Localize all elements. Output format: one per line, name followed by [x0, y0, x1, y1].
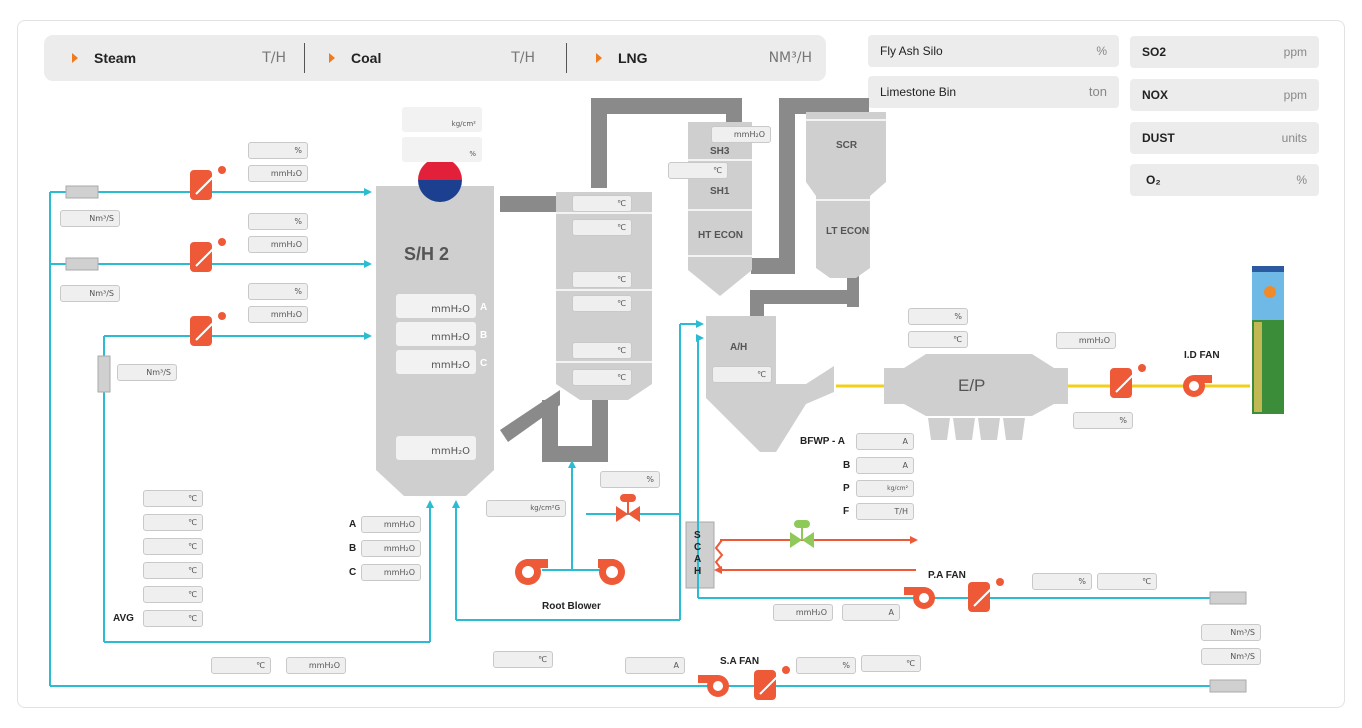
- lt-econ-label: LT ECON: [826, 226, 870, 237]
- process-diagram: [49, 98, 1284, 687]
- ep-outlet: [1054, 368, 1068, 404]
- col-temp-3-box[interactable]: ℃: [572, 271, 632, 288]
- sa-fan-label: S.A FAN: [720, 656, 760, 667]
- boiler-bottom-box[interactable]: mmH₂O: [396, 436, 476, 460]
- temp-4-box[interactable]: ℃: [143, 562, 203, 579]
- sa-flow-box[interactable]: Nm³/S: [1201, 648, 1261, 665]
- ep-pct-box[interactable]: %: [908, 308, 968, 325]
- abc-c-label: C: [349, 567, 357, 578]
- root-blower-label: Root Blower: [542, 601, 601, 612]
- drum-level-box[interactable]: %: [402, 137, 482, 162]
- air-heater: [706, 316, 834, 452]
- boiler-letter-a: A: [480, 302, 488, 313]
- valve-pct-box[interactable]: %: [600, 471, 660, 488]
- abc-a-box[interactable]: mmH₂O: [361, 516, 421, 533]
- drum-pressure-box[interactable]: kg/cm²: [402, 107, 482, 132]
- temp-1-box[interactable]: ℃: [143, 490, 203, 507]
- steam-lines: [714, 539, 916, 571]
- scah-a: A: [694, 554, 702, 565]
- ep-hoppers: [928, 418, 1025, 440]
- bfwp-a-box[interactable]: A: [856, 433, 914, 450]
- pa-pressure-box[interactable]: mmH₂O: [773, 604, 833, 621]
- id-damper-box[interactable]: %: [1073, 412, 1133, 429]
- bfwp-b-label: B: [843, 460, 851, 471]
- ep-label: E/P: [958, 376, 986, 395]
- sa-temp2-box[interactable]: ℃: [493, 651, 553, 668]
- sh3-label: SH3: [710, 146, 730, 157]
- bfwp-f-label: F: [843, 506, 850, 517]
- col-temp-6-box[interactable]: ℃: [572, 369, 632, 386]
- stack-icon: [1252, 266, 1284, 414]
- temp-avg-box[interactable]: ℃: [143, 610, 203, 627]
- boiler-b-box[interactable]: mmH₂O: [396, 322, 476, 346]
- temp-5-box[interactable]: ℃: [143, 586, 203, 603]
- abc-b-box[interactable]: mmH₂O: [361, 540, 421, 557]
- sa-temp3-box[interactable]: ℃: [861, 655, 921, 672]
- air2-flow-box[interactable]: Nm³/S: [60, 285, 120, 302]
- scah-h: H: [694, 566, 702, 577]
- ht-econ-label: HT ECON: [698, 230, 743, 241]
- ah-label: A/H: [730, 342, 748, 353]
- boiler-a-box[interactable]: mmH₂O: [396, 294, 476, 318]
- blower-pressure-box[interactable]: kg/cm²G: [486, 500, 566, 517]
- air2-pct-box[interactable]: %: [248, 213, 308, 230]
- bfwp-p-box[interactable]: kg/cm²: [856, 480, 914, 497]
- id-pressure-box[interactable]: mmH₂O: [1056, 332, 1116, 349]
- bfwp-a-label: BFWP - A: [800, 436, 845, 447]
- temp-2-box[interactable]: ℃: [143, 514, 203, 531]
- bfwp-p-label: P: [843, 483, 850, 494]
- sa-pressure-box[interactable]: mmH₂O: [286, 657, 346, 674]
- boiler-c-box[interactable]: mmH₂O: [396, 350, 476, 374]
- air1-pct-box[interactable]: %: [248, 142, 308, 159]
- pa-amp-box[interactable]: A: [842, 604, 900, 621]
- bfwp-b-box[interactable]: A: [856, 457, 914, 474]
- pa-pct-box[interactable]: %: [1032, 573, 1092, 590]
- ah-temp-box[interactable]: ℃: [712, 366, 772, 383]
- abc-a-label: A: [349, 519, 357, 530]
- abc-c-box[interactable]: mmH₂O: [361, 564, 421, 581]
- boiler-letter-c: C: [480, 358, 488, 369]
- temp-3-box[interactable]: ℃: [143, 538, 203, 555]
- abc-b-label: B: [349, 543, 357, 554]
- air2-pressure-box[interactable]: mmH₂O: [248, 236, 308, 253]
- col-temp-4-box[interactable]: ℃: [572, 295, 632, 312]
- col-temp-5-box[interactable]: ℃: [572, 342, 632, 359]
- air1-pressure-box[interactable]: mmH₂O: [248, 165, 308, 182]
- id-fan-label: I.D FAN: [1184, 350, 1220, 361]
- air1-flow-box[interactable]: Nm³/S: [60, 210, 120, 227]
- ep-temp-box[interactable]: ℃: [908, 331, 968, 348]
- sh1-label: SH1: [710, 186, 730, 197]
- sa-temp-box[interactable]: ℃: [211, 657, 271, 674]
- bfwp-f-box[interactable]: T/H: [856, 503, 914, 520]
- avg-label: AVG: [113, 613, 134, 624]
- pa-flow-box[interactable]: Nm³/S: [1201, 624, 1261, 641]
- boiler-title: S/H 2: [404, 244, 450, 264]
- sa-pct-box[interactable]: %: [796, 657, 856, 674]
- col-temp-1-box[interactable]: ℃: [572, 195, 632, 212]
- col-temp-2-box[interactable]: ℃: [572, 219, 632, 236]
- pa-temp-box[interactable]: ℃: [1097, 573, 1157, 590]
- pa-fan-label: P.A FAN: [928, 570, 966, 581]
- scah-c: C: [694, 542, 702, 553]
- scr-column: [806, 112, 886, 278]
- air3-flow-box[interactable]: Nm³/S: [117, 364, 177, 381]
- sh3-pressure-box[interactable]: mmH₂O: [711, 126, 771, 143]
- sa-amp-box[interactable]: A: [625, 657, 685, 674]
- sh-temp-box[interactable]: ℃: [668, 162, 728, 179]
- air3-pressure-box[interactable]: mmH₂O: [248, 306, 308, 323]
- scah-s: S: [694, 530, 701, 541]
- scr-label: SCR: [836, 140, 858, 151]
- ep-inlet: [884, 368, 904, 404]
- boiler-letter-b: B: [480, 330, 488, 341]
- scah-label: S C A H: [694, 530, 701, 578]
- air3-pct-box[interactable]: %: [248, 283, 308, 300]
